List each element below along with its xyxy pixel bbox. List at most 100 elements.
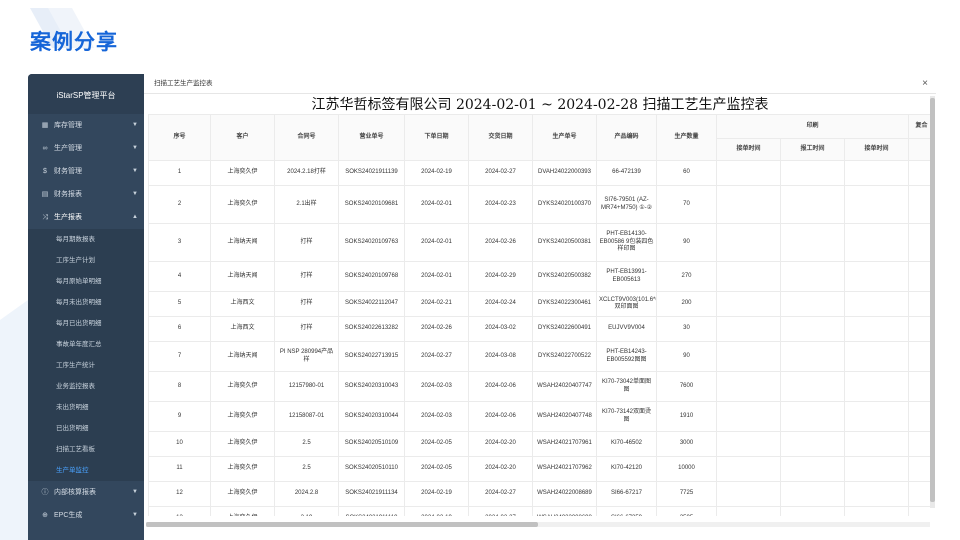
table-cell: 上海奕久伊	[210, 506, 275, 516]
sub-item-active[interactable]: 生产单监控	[28, 460, 144, 481]
table-row[interactable]: 3 上海纳天闻 打样 SOKS24020109763 2024-02-01 2024-02…	[148, 223, 930, 262]
sub-item[interactable]: 已出货明细	[28, 418, 144, 439]
sub-item[interactable]: 每月未出货明细	[28, 292, 144, 313]
table-row[interactable]: 13上海奕久伊2.19SOKS240219111192024-02-192024…	[148, 506, 930, 516]
table-cell-empty	[908, 341, 930, 372]
table-cell-empty	[780, 185, 845, 224]
chevron-down-icon: ▼	[132, 489, 138, 495]
table-row[interactable]: 9 上海奕久伊 12158087-01 SOKS24020310044 2024-02-…	[148, 401, 930, 432]
table-cell: 2024-02-05	[404, 431, 469, 457]
table-cell-empty	[908, 431, 930, 457]
table-cell: 2.5	[274, 431, 339, 457]
table-cell-empty	[780, 481, 845, 507]
menu-inventory[interactable]: ▦ 库存管理 ▼	[28, 114, 144, 137]
scroll-thumb[interactable]	[146, 522, 538, 527]
sub-item[interactable]: 事故单年度汇总	[28, 334, 144, 355]
menu-label: 内部核算报表	[54, 489, 96, 496]
close-icon[interactable]: ×	[922, 74, 928, 94]
table-cell: 上海西文	[210, 291, 275, 317]
table-cell-empty	[844, 185, 909, 224]
table-cell-empty	[908, 506, 930, 516]
table-row[interactable]: 7 上海纳天闻 PI NSP 280994产品样 SOKS24022713915 202…	[148, 341, 930, 372]
sub-item[interactable]: 每月期数报表	[28, 229, 144, 250]
table-cell: SOKS24020310044	[338, 401, 405, 432]
table-cell: 上海奕久伊	[210, 160, 275, 186]
table-cell-empty	[908, 291, 930, 317]
table-cell: 打样	[274, 316, 339, 342]
vertical-scrollbar[interactable]	[930, 96, 935, 508]
scroll-thumb[interactable]	[930, 98, 935, 502]
table-cell: SOKS24020109763	[338, 223, 405, 262]
table-row[interactable]: 8 上海奕久伊 12157980-01 SOKS24020310043 2024-02-…	[148, 371, 930, 402]
table-row[interactable]: 2 上海奕久伊 2.1出样 SOKS24020109681 2024-02-01 2024…	[148, 185, 930, 224]
sub-item[interactable]: 业务监控报表	[28, 376, 144, 397]
menu-production-report[interactable]: ⤨ 生产报表 ▲	[28, 206, 144, 229]
table-cell: KI70-46502	[596, 431, 657, 457]
menu-internal-report[interactable]: ⓘ 内部核算报表 ▼	[28, 481, 144, 504]
menu-finance[interactable]: $ 财务管理 ▼	[28, 160, 144, 183]
table-cell: DYKS24020500382	[532, 261, 597, 292]
table-cell: WSAH24021707962	[532, 456, 597, 482]
table-cell: 2024-02-27	[468, 481, 533, 507]
platform-title: iStarSP管理平台	[28, 74, 144, 114]
table-cell: 2024-02-19	[404, 506, 469, 516]
table-cell: 2024-02-20	[468, 431, 533, 457]
table-cell-empty	[844, 456, 909, 482]
table-cell: 2024-02-27	[468, 160, 533, 186]
sub-item[interactable]: 每月已出货明细	[28, 313, 144, 334]
table-cell: 2.19	[274, 506, 339, 516]
table-row[interactable]: 1 上海奕久伊 2024.2.18打样 SOKS24021911139 2024-02-…	[148, 160, 930, 186]
table-row[interactable]: 6 上海西文 打样 SOKS24022613282 2024-02-26 2024-03-…	[148, 316, 930, 342]
menu-epc[interactable]: ⊕ EPC生成 ▼	[28, 504, 144, 527]
table-row[interactable]: 11 上海奕久伊 2.5 SOKS24020510110 2024-02-05 2024-…	[148, 456, 930, 482]
table-row[interactable]: 4 上海纳天闻 打样 SOKS24020109768 2024-02-01 2024-02…	[148, 261, 930, 292]
sub-header: 接单时间	[716, 138, 781, 161]
report-title: 江苏华哲标签有限公司 2024-02-01 ~ 2024-02-28 扫描工艺生…	[311, 97, 769, 113]
table-cell: SI76-79501 (AZ-MR74+M750) ①-②	[596, 185, 657, 224]
table-row[interactable]: 12 上海奕久伊 2024.2.8 SOKS24021911134 2024-02-19…	[148, 481, 930, 507]
table-cell: WSAH24021707961	[532, 431, 597, 457]
sub-item[interactable]: 未出货明细	[28, 397, 144, 418]
menu-production[interactable]: ∞ 生产管理 ▼	[28, 137, 144, 160]
table-cell: 12158087-01	[274, 401, 339, 432]
sub-item[interactable]: 扫描工艺看板	[28, 439, 144, 460]
shuffle-icon: ⤨	[42, 214, 48, 221]
sub-item[interactable]: 工序生产计划	[28, 250, 144, 271]
globe-icon: ⊕	[42, 512, 48, 519]
table-cell-empty	[716, 291, 781, 317]
table-cell-empty	[908, 371, 930, 402]
table-cell: XCLCT9V003(101.6*62.5)双印面图	[596, 291, 657, 317]
table-cell: 2024-02-27	[404, 341, 469, 372]
table-cell: 2024-02-23	[468, 185, 533, 224]
table-cell-empty	[908, 160, 930, 186]
table-cell-empty	[716, 341, 781, 372]
table-cell-empty	[716, 316, 781, 342]
table-cell-empty	[844, 341, 909, 372]
table-cell: DVAH24022000393	[532, 160, 597, 186]
table-cell: 70	[656, 185, 717, 224]
table-cell: 2024-02-26	[468, 223, 533, 262]
table-cell: WSAH24022008698	[532, 506, 597, 516]
sub-item[interactable]: 每月原始单明细	[28, 271, 144, 292]
sub-item[interactable]: 工序生产统计	[28, 355, 144, 376]
sub-header-empty	[908, 138, 930, 161]
table-cell: 上海奕久伊	[210, 401, 275, 432]
table-cell-empty	[716, 261, 781, 292]
table-cell-empty	[716, 160, 781, 186]
table-cell: 2024-02-01	[404, 223, 469, 262]
table-cell: PI NSP 280994产品样	[274, 341, 339, 372]
table-cell-empty	[716, 371, 781, 402]
col-header: 交货日期	[468, 114, 533, 161]
table-body: 1 上海奕久伊 2024.2.18打样 SOKS24021911139 2024-02-…	[148, 160, 930, 516]
link-icon: ∞	[42, 145, 48, 152]
table-row[interactable]: 10 上海奕久伊 2.5 SOKS24020510109 2024-02-05 2024-…	[148, 431, 930, 457]
table-cell-empty	[908, 316, 930, 342]
panel-tab: 扫描工艺生产监控表 ×	[144, 74, 936, 94]
menu-finance-report[interactable]: ▤ 财务报表 ▼	[28, 183, 144, 206]
table-cell: KI70-42120	[596, 456, 657, 482]
table-row[interactable]: 5 上海西文 打样 SOKS24022112047 2024-02-21 2024-02-…	[148, 291, 930, 317]
horizontal-scrollbar[interactable]	[146, 522, 930, 527]
table-cell: 打样	[274, 291, 339, 317]
table-cell: 上海奕久伊	[210, 185, 275, 224]
table-cell-empty	[844, 431, 909, 457]
